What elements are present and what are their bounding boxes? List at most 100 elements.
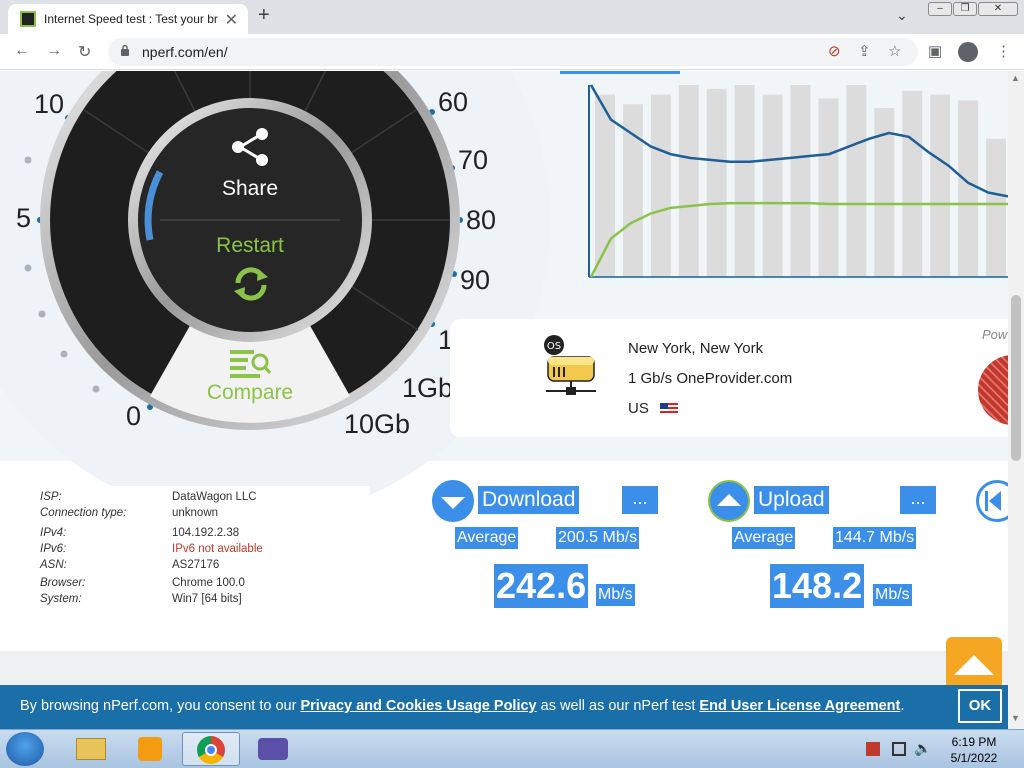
file-explorer-taskbar-icon[interactable] (62, 732, 120, 766)
chart-bar (930, 94, 951, 277)
lock-icon (121, 44, 129, 56)
back-arrow-icon[interactable]: ← (14, 42, 30, 60)
server-provider: 1 Gb/s OneProvider.com (628, 370, 793, 387)
gauge-label-90: 90 (460, 265, 491, 295)
page-footer-strip (0, 651, 1008, 685)
cookie-prefix: By browsing nPerf.com, you consent to ou… (20, 698, 301, 714)
server-location: New York, New York (628, 340, 764, 357)
bookmark-star-icon[interactable]: ☆ (888, 42, 901, 60)
ipv6-key: IPv6: (40, 543, 67, 555)
gauge-label-5: 5 (16, 203, 32, 233)
upload-more-button[interactable]: ... (900, 486, 936, 514)
server-country: US (628, 400, 649, 417)
browser-toolbar: ← → ↻ nperf.com/en/ ⊘ ⇪ ☆ ▣ ⋮ (0, 34, 1024, 70)
windows-taskbar: 🔈 6:19 PM 5/1/2022 (0, 729, 1024, 768)
tab-strip: Internet Speed test : Test your br ✕ + ⌄… (0, 0, 1024, 34)
gauge-label-0: 0 (126, 401, 142, 431)
new-tab-button[interactable]: + (258, 4, 270, 27)
download-speed-unit: Mb/s (596, 584, 635, 606)
chevron-up-icon (954, 655, 994, 675)
blocked-popup-icon[interactable]: ⊘ (828, 42, 841, 60)
close-window-button[interactable]: ✕ (978, 2, 1018, 16)
network-icon[interactable] (892, 742, 906, 756)
connection-type-key: Connection type: (40, 507, 127, 519)
download-result-card: Download ... Average 200.5 Mb/s 242.6 Mb… (432, 476, 658, 616)
chart-bar (734, 85, 755, 277)
svg-text:OS: OS (547, 341, 561, 352)
profile-avatar-icon[interactable] (958, 42, 978, 62)
chart-bar (846, 85, 867, 277)
gauge-label-70: 70 (458, 145, 489, 175)
share-icon[interactable] (226, 127, 274, 167)
chart-bar (902, 90, 923, 277)
isp-key: ISP: (40, 491, 62, 503)
chart-bar (650, 94, 671, 277)
system-clock[interactable]: 6:19 PM 5/1/2022 (944, 734, 1004, 766)
upload-title: Upload (754, 486, 829, 514)
ipv6-value: IPv6 not available (172, 543, 263, 555)
browser-tab[interactable]: Internet Speed test : Test your br ✕ (8, 4, 248, 34)
upload-speed-value: 148.2 (770, 564, 865, 608)
download-title: Download (478, 486, 580, 514)
maximize-button[interactable]: ❐ (953, 2, 977, 16)
url-text: nperf.com/en/ (142, 44, 228, 60)
page-scrollbar[interactable]: ▲ ▼ (1008, 71, 1024, 729)
download-more-button[interactable]: ... (622, 486, 658, 514)
sponsor-globe-logo (978, 355, 1008, 425)
volume-icon[interactable]: 🔈 (914, 740, 931, 757)
upload-speed-unit: Mb/s (873, 584, 912, 606)
cookie-ok-button[interactable]: OK (958, 689, 1002, 723)
scroll-up-arrow-icon[interactable]: ▲ (1011, 73, 1020, 83)
eula-link[interactable]: End User License Agreement (699, 698, 900, 714)
network-flag-icon[interactable] (866, 742, 880, 756)
address-bar[interactable]: nperf.com/en/ (108, 38, 918, 66)
share-page-icon[interactable]: ⇪ (858, 42, 871, 60)
upload-arrow-icon (708, 480, 750, 522)
download-average-value: 200.5 Mb/s (556, 527, 640, 549)
chart-bar (706, 88, 727, 277)
menu-dots-icon[interactable]: ⋮ (996, 42, 1011, 60)
chart-bar (818, 98, 839, 277)
browser-key: Browser: (40, 577, 86, 589)
chrome-taskbar-icon[interactable] (182, 732, 240, 766)
restart-button[interactable]: Restart (200, 234, 300, 258)
page-content: 10 5 0 60 70 80 90 100 1Gb 10Gb Share Re… (0, 71, 1008, 685)
speed-chart (560, 71, 1008, 278)
close-tab-icon[interactable]: ✕ (225, 10, 238, 30)
gauge-label-1gb: 1Gb (402, 373, 454, 403)
connection-info-panel: ISP: DataWagon LLC Connection type: unkn… (32, 486, 370, 612)
chart-tab-indicator (560, 71, 680, 74)
gauge-label-80: 80 (466, 205, 497, 235)
server-icon: OS (540, 335, 602, 397)
chart-bar (790, 85, 811, 277)
connection-type-value: unknown (172, 507, 219, 519)
cookie-consent-text: By browsing nPerf.com, you consent to ou… (20, 698, 904, 714)
system-key: System: (40, 593, 82, 605)
app-taskbar-icon[interactable] (244, 732, 302, 766)
scroll-down-arrow-icon[interactable]: ▼ (1011, 713, 1020, 723)
share-button[interactable]: Share (200, 177, 300, 201)
gauge-label-10gb: 10Gb (344, 409, 411, 439)
compare-button[interactable]: Compare (190, 381, 310, 405)
asn-value: AS27176 (172, 559, 220, 571)
compare-magnifier-icon[interactable] (228, 347, 272, 379)
scrollbar-thumb[interactable] (1011, 295, 1021, 461)
restart-icon[interactable] (230, 263, 272, 305)
download-arrow-icon (432, 480, 474, 522)
cookie-suffix: . (900, 698, 905, 714)
tab-search-chevron-icon[interactable]: ⌄ (896, 7, 908, 24)
browser-value: Chrome 100.0 (172, 577, 245, 589)
chart-bar (678, 85, 699, 277)
media-player-taskbar-icon[interactable] (122, 732, 180, 766)
forward-arrow-icon[interactable]: → (46, 42, 62, 60)
privacy-policy-link[interactable]: Privacy and Cookies Usage Policy (300, 698, 536, 714)
scroll-to-top-button[interactable] (946, 637, 1002, 687)
ipv4-value: 104.192.2.38 (172, 527, 240, 539)
start-button[interactable] (6, 732, 44, 766)
reload-icon[interactable]: ↻ (78, 42, 91, 62)
minimize-button[interactable]: – (928, 2, 952, 16)
latency-icon (976, 480, 1008, 522)
clock-date: 5/1/2022 (950, 751, 998, 765)
side-panel-icon[interactable]: ▣ (928, 42, 942, 60)
tab-title: Internet Speed test : Test your br (44, 12, 218, 26)
